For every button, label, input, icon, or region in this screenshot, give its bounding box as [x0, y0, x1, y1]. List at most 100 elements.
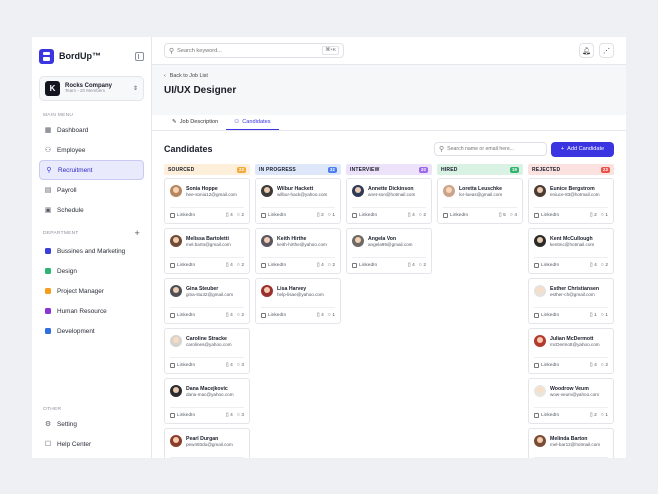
- global-search[interactable]: ⚲ ⌘+K: [164, 43, 344, 58]
- candidate-email: lor-lueas@gmail.com: [459, 191, 503, 197]
- back-link[interactable]: ‹ Back to Job List: [164, 73, 614, 79]
- document-count: ▯ 2: [317, 212, 324, 218]
- linkedin-link[interactable]: LinkedIn: [170, 212, 195, 218]
- candidate-card[interactable]: Julian McDermott mcDermott@yahoo.com Linke…: [528, 328, 614, 374]
- candidate-card[interactable]: Melissa Bartoletti mel.barto@gmail.com Lin…: [164, 228, 250, 274]
- candidate-card[interactable]: Kent McCullough kentmc@hotmail.com LinkedI…: [528, 228, 614, 274]
- notification-bell-icon[interactable]: 🔔︎: [579, 43, 594, 58]
- candidate-card[interactable]: Pearl Durganpew493du@gmail.com LinkedIn▯4…: [164, 428, 250, 458]
- document-count: ▯ 4: [226, 412, 233, 418]
- sidebar-item-help-center[interactable]: ☐ Help Center: [39, 434, 144, 454]
- kanban-column: HIRED 19 Loretta Leuschke lor-lueas@gmail.c…: [437, 164, 523, 458]
- department-item[interactable]: Bussines and Marketing: [39, 241, 144, 261]
- candidate-search-input[interactable]: [447, 146, 542, 152]
- payroll-icon: ▤: [44, 187, 52, 194]
- dashboard-icon: ▦: [44, 127, 52, 134]
- share-icon[interactable]: ⋰: [599, 43, 614, 58]
- linkedin-link[interactable]: LinkedIn: [534, 412, 559, 418]
- linkedin-link[interactable]: LinkedIn: [352, 212, 378, 218]
- candidate-card[interactable]: Caroline Stracke carolines@yahoo.com Linke…: [164, 328, 250, 374]
- candidates-panel: Candidates ⚲ + Add Candidate SOURCED23So…: [152, 131, 626, 458]
- document-icon: ▯: [407, 212, 411, 218]
- linkedin-link[interactable]: LinkedIn: [170, 262, 195, 268]
- linkedin-link[interactable]: LinkedIn: [534, 212, 559, 218]
- document-icon: ▯: [498, 212, 502, 218]
- candidate-card[interactable]: Keith Hirthe keith-hirthe@yahoo.com Linked…: [255, 228, 341, 274]
- department-item[interactable]: Development: [39, 321, 144, 341]
- candidate-name: Annette Dickinson: [368, 185, 414, 192]
- department-header: DEPARTMENT +: [32, 229, 151, 238]
- comment-count: ○ 2: [601, 362, 608, 368]
- add-department-icon[interactable]: +: [134, 229, 140, 238]
- comment-count-value: 1: [605, 212, 608, 218]
- candidate-name: Dana Macejkovic: [186, 385, 228, 392]
- document-count-value: 4: [412, 262, 415, 268]
- sidebar-collapse-icon[interactable]: [135, 51, 144, 61]
- comment-count-value: 2: [423, 212, 426, 218]
- tab-candidates[interactable]: ⚇ Candidates: [226, 115, 279, 130]
- linkedin-link[interactable]: LinkedIn: [170, 362, 195, 368]
- linkedin-label: LinkedIn: [359, 262, 378, 268]
- department-item[interactable]: Human Resource: [39, 301, 144, 321]
- sidebar-item-payroll[interactable]: ▤ Payroll: [39, 180, 144, 200]
- candidate-card[interactable]: Loretta Leuschke lor-lueas@gmail.com Linke…: [437, 178, 523, 224]
- sidebar-item-label: Help Center: [57, 440, 92, 448]
- document-count-value: 4: [594, 362, 597, 368]
- candidate-card[interactable]: Melinda Bartonmel-bar12@hotmail.com Linke…: [528, 428, 614, 458]
- document-count: ▯ 4: [408, 212, 415, 218]
- candidate-card[interactable]: Eunice Bergstrom eniuce-83@hotmail.com Lin…: [528, 178, 614, 224]
- candidate-info: Pearl Durgan pew493du@gmail.com: [170, 434, 244, 448]
- linkedin-link[interactable]: LinkedIn: [534, 312, 559, 318]
- linkedin-link[interactable]: LinkedIn: [261, 262, 286, 268]
- linkedin-link[interactable]: LinkedIn: [534, 262, 559, 268]
- candidate-card[interactable]: Gina Steuber gina-stu32@gmail.com LinkedIn…: [164, 278, 250, 324]
- sidebar-item-recruitment[interactable]: ⚲ Recruitment: [39, 160, 144, 180]
- linkedin-link[interactable]: LinkedIn: [352, 262, 378, 268]
- comment-count-value: 1: [332, 212, 335, 218]
- candidate-card[interactable]: Annette Dickinson anet-son@hotmail.com Lin…: [346, 178, 432, 224]
- main-nav: ▦ Dashboard ⚇ Employee ⚲ Recruitment ▤ Payroll ▣…: [32, 120, 151, 220]
- comment-count: ○ 2: [419, 212, 426, 218]
- linkedin-link[interactable]: LinkedIn: [170, 412, 195, 418]
- avatar: [170, 285, 182, 297]
- candidate-search[interactable]: ⚲: [434, 142, 547, 156]
- tab-label: Job Description: [179, 119, 219, 125]
- tab-job-description[interactable]: ✎ Job Description: [164, 115, 226, 130]
- sidebar-item-schedule[interactable]: ▣ Schedule: [39, 200, 144, 220]
- candidate-card[interactable]: Woodrow Veum wow-veum@yahoo.com LinkedIn ▯ 2…: [528, 378, 614, 424]
- linkedin-icon: [534, 262, 539, 268]
- card-footer: LinkedIn▯4○2: [170, 457, 244, 458]
- sidebar-item-employee[interactable]: ⚇ Employee: [39, 140, 144, 160]
- card-footer: LinkedIn ▯4 ○2: [352, 207, 426, 218]
- add-candidate-button[interactable]: + Add Candidate: [551, 141, 614, 157]
- linkedin-link[interactable]: LinkedIn: [261, 312, 286, 318]
- linkedin-label: LinkedIn: [359, 212, 378, 218]
- linkedin-link[interactable]: LinkedIn: [443, 212, 468, 218]
- linkedin-icon: [261, 262, 266, 268]
- candidate-card[interactable]: Angela Von angela99@gmail.com LinkedIn ▯ 4 ○ 2: [346, 228, 432, 274]
- linkedin-link[interactable]: LinkedIn: [534, 362, 559, 368]
- department-item[interactable]: Project Manager: [39, 281, 144, 301]
- company-switcher[interactable]: K Rocks Company Team - 20 Members ⇕: [39, 76, 144, 101]
- linkedin-link[interactable]: LinkedIn: [170, 312, 195, 318]
- candidate-info: Gina Steuber gina-stu32@gmail.com: [170, 284, 244, 298]
- candidate-name: Kent McCullough: [550, 235, 593, 242]
- candidate-card[interactable]: Wilbur Hackett wilbur-hack@yahoo.com Linke…: [255, 178, 341, 224]
- sidebar-item-setting[interactable]: ⚙ Setting: [39, 414, 144, 434]
- candidate-card[interactable]: Dana Macejkovic dana-mac@yahoo.com LinkedI…: [164, 378, 250, 424]
- global-search-input[interactable]: [177, 47, 323, 54]
- linkedin-link[interactable]: LinkedIn: [261, 212, 286, 218]
- candidate-info: Wilbur Hackett wilbur-hack@yahoo.com: [261, 184, 335, 198]
- linkedin-icon: [352, 212, 357, 218]
- card-footer: LinkedIn ▯ 2 ○ 1: [261, 207, 335, 218]
- comment-count-value: 2: [241, 262, 244, 268]
- candidate-card[interactable]: Esther Christiansen esther-ch@gmail.com Li…: [528, 278, 614, 324]
- sidebar-item-dashboard[interactable]: ▦ Dashboard: [39, 120, 144, 140]
- department-item[interactable]: Design: [39, 261, 144, 281]
- card-stats: ▯ 4 ○ 1: [317, 312, 335, 318]
- candidate-card[interactable]: Lisa Harvey help-lisae@yahoo.com LinkedIn ▯…: [255, 278, 341, 324]
- candidate-info: Annette Dickinson anet-son@hotmail.com: [352, 184, 426, 198]
- topbar: ⚲ ⌘+K 🔔︎ ⋰: [152, 37, 626, 65]
- candidate-card[interactable]: Sonia Hoppe hee-sonia12@gmail.com LinkedIn…: [164, 178, 250, 224]
- linkedin-icon: [534, 412, 539, 418]
